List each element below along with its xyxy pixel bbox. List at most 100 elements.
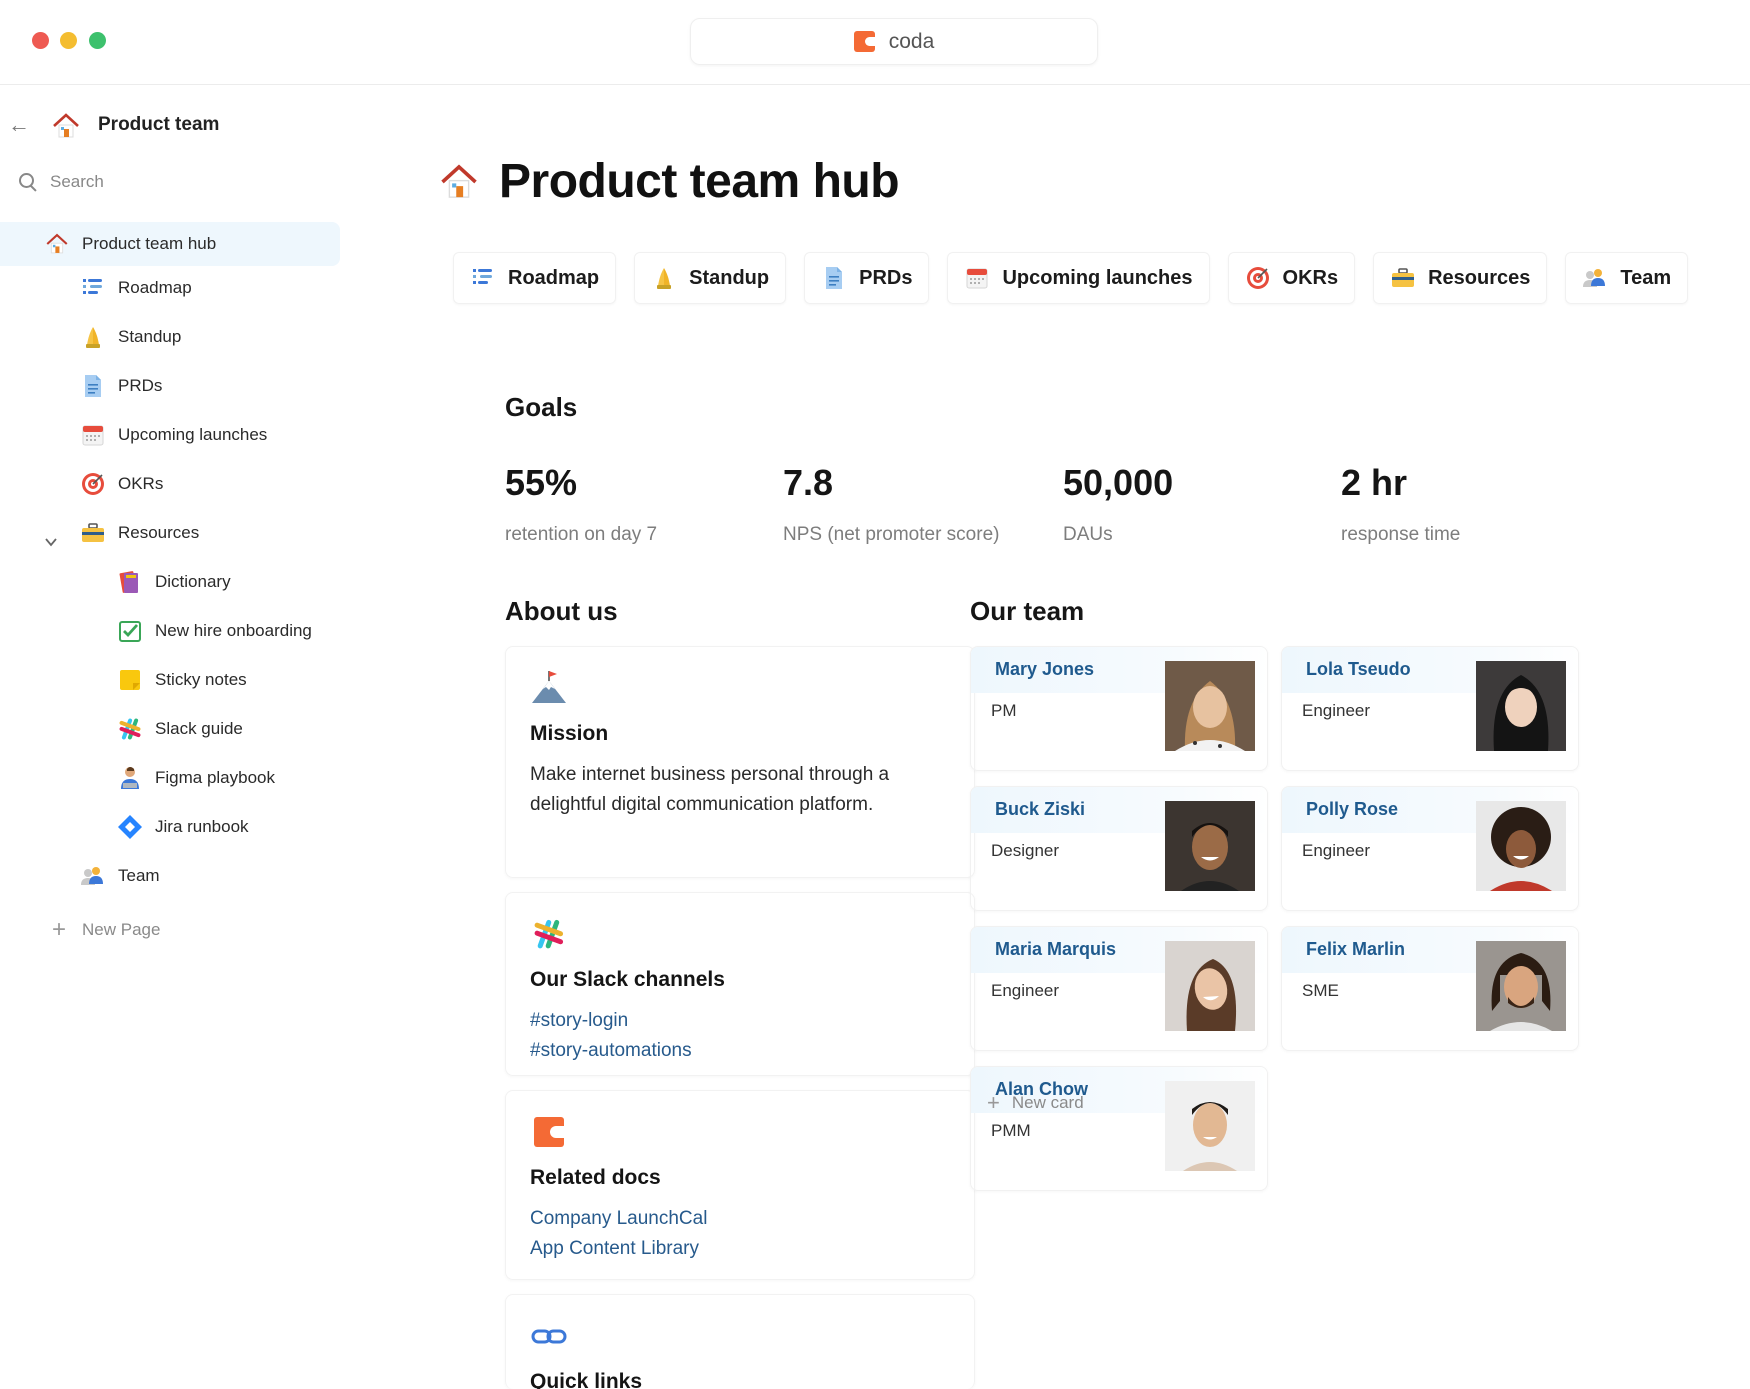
team-member-card[interactable]: Buck Ziski Designer	[970, 786, 1268, 911]
sidebar-item-new-hire-onboarding[interactable]: New hire onboarding	[117, 609, 312, 653]
page-title: Product team hub	[499, 155, 900, 208]
sidebar-item-label: Product team hub	[82, 234, 217, 253]
quick-links-card: Quick links	[505, 1294, 975, 1389]
avatar	[1165, 1081, 1255, 1171]
slack-icon	[534, 919, 564, 949]
related-doc-link[interactable]: Company LaunchCal	[530, 1204, 950, 1234]
team-heading: Our team	[970, 596, 1085, 626]
doc-title[interactable]: Product team	[98, 114, 219, 136]
checkbox-icon	[119, 621, 141, 642]
app-name: coda	[888, 29, 935, 53]
address-bar[interactable]: coda	[690, 18, 1098, 65]
sidebar-item-jira-runbook[interactable]: Jira runbook	[117, 805, 249, 849]
sidebar-item-slack-guide[interactable]: Slack guide	[117, 707, 243, 751]
sidebar-item-label: Figma playbook	[155, 768, 276, 787]
new-page-button[interactable]: + New Page	[52, 910, 160, 950]
sidebar-item-dictionary[interactable]: Dictionary	[117, 560, 231, 604]
new-card-button[interactable]: + New card	[987, 1090, 1084, 1116]
team-member-card[interactable]: Alan Chow PMM	[970, 1066, 1268, 1191]
toolbox-icon	[1392, 268, 1415, 287]
sidebar: ← Product team Search Product team hub R…	[0, 86, 345, 1389]
member-role: Engineer	[991, 981, 1060, 1000]
target-icon	[1246, 267, 1269, 289]
related-doc-link[interactable]: App Content Library	[530, 1234, 950, 1264]
plus-icon: +	[987, 1090, 1000, 1115]
tab-okrs[interactable]: OKRs	[1227, 252, 1356, 304]
people-icon	[81, 867, 103, 885]
sidebar-item-standup[interactable]: Standup	[80, 315, 181, 359]
member-role: PMM	[991, 1121, 1031, 1140]
plus-icon: +	[52, 916, 67, 943]
tab-standup[interactable]: Standup	[634, 252, 787, 304]
avatar	[1476, 941, 1566, 1031]
team-member-card[interactable]: Lola Tseudo Engineer	[1281, 646, 1579, 771]
people-icon	[1583, 269, 1606, 287]
sidebar-item-label: Slack guide	[155, 719, 243, 738]
team-member-card[interactable]: Polly Rose Engineer	[1281, 786, 1579, 911]
sidebar-search[interactable]: Search	[18, 166, 104, 198]
about-heading: About us	[505, 596, 618, 626]
slack-channel-link[interactable]: #story-automations	[530, 1036, 950, 1066]
goal-label: NPS (net promoter score)	[783, 524, 1000, 545]
close-window-button[interactable]	[32, 32, 49, 49]
sidebar-item-roadmap[interactable]: Roadmap	[80, 266, 192, 310]
minimize-window-button[interactable]	[60, 32, 77, 49]
member-name[interactable]: Buck Ziski	[995, 799, 1085, 820]
main-content: Product team hub Roadmap Standup PRDs Up…	[345, 86, 1750, 1389]
chevron-down-icon[interactable]	[44, 535, 58, 549]
team-member-card[interactable]: Felix Marlin SME	[1281, 926, 1579, 1051]
sidebar-item-label: New hire onboarding	[155, 621, 312, 640]
quick-links-title: Quick links	[530, 1370, 643, 1389]
goal-label: response time	[1341, 524, 1461, 545]
member-name[interactable]: Lola Tseudo	[1306, 659, 1411, 680]
goals-heading: Goals	[505, 392, 578, 422]
member-role: Designer	[991, 841, 1060, 860]
target-icon	[82, 473, 104, 495]
window-titlebar: coda	[0, 0, 1750, 85]
member-name[interactable]: Mary Jones	[995, 659, 1094, 680]
tab-upcoming-launches[interactable]: Upcoming launches	[947, 252, 1210, 304]
sidebar-item-upcoming-launches[interactable]: Upcoming launches	[80, 413, 267, 457]
member-name[interactable]: Polly Rose	[1306, 799, 1398, 820]
member-name[interactable]: Felix Marlin	[1306, 939, 1405, 960]
avatar	[1476, 661, 1566, 751]
maximize-window-button[interactable]	[89, 32, 106, 49]
coda-icon	[534, 1117, 564, 1147]
praying-hands-icon	[86, 327, 100, 348]
mission-title: Mission	[530, 722, 609, 745]
team-member-card[interactable]: Mary Jones PM	[970, 646, 1268, 771]
tab-label: Roadmap	[508, 266, 600, 289]
tab-label: PRDs	[859, 266, 913, 289]
roadmap-icon	[83, 279, 102, 294]
sidebar-item-label: Upcoming launches	[118, 425, 268, 444]
goal-label: retention on day 7	[505, 524, 658, 545]
slack-icon	[119, 718, 141, 740]
goal-value: 55%	[505, 462, 578, 503]
sidebar-item-label: Sticky notes	[155, 670, 247, 689]
sidebar-item-prds[interactable]: PRDs	[80, 364, 162, 408]
goal-value: 2 hr	[1341, 462, 1408, 503]
member-name[interactable]: Maria Marquis	[995, 939, 1116, 960]
member-role: Engineer	[1302, 701, 1371, 720]
tab-resources[interactable]: Resources	[1373, 252, 1548, 304]
tab-label: Team	[1620, 266, 1672, 289]
mission-text: Make internet business personal through …	[530, 764, 890, 815]
related-docs-title: Related docs	[530, 1166, 661, 1189]
tab-roadmap[interactable]: Roadmap	[453, 252, 617, 304]
team-member-card[interactable]: Maria Marquis Engineer	[970, 926, 1268, 1051]
back-arrow-icon[interactable]: ←	[8, 114, 30, 136]
tab-team[interactable]: Team	[1565, 252, 1689, 304]
document-icon	[826, 267, 843, 289]
tab-prds[interactable]: PRDs	[804, 252, 930, 304]
slack-channel-link[interactable]: #story-login	[530, 1006, 950, 1036]
books-icon	[119, 571, 138, 593]
sidebar-header: ← Product team	[0, 106, 345, 146]
sidebar-item-resources[interactable]: Resources	[80, 511, 199, 555]
sidebar-item-okrs[interactable]: OKRs	[80, 462, 163, 506]
sidebar-item-team[interactable]: Team	[80, 854, 160, 898]
sidebar-item-sticky-notes[interactable]: Sticky notes	[117, 658, 247, 702]
search-icon	[18, 172, 38, 192]
sidebar-item-figma-playbook[interactable]: Figma playbook	[117, 756, 275, 800]
mountain-flag-icon	[532, 671, 566, 703]
sidebar-item-product-team-hub[interactable]: Product team hub	[0, 222, 340, 266]
